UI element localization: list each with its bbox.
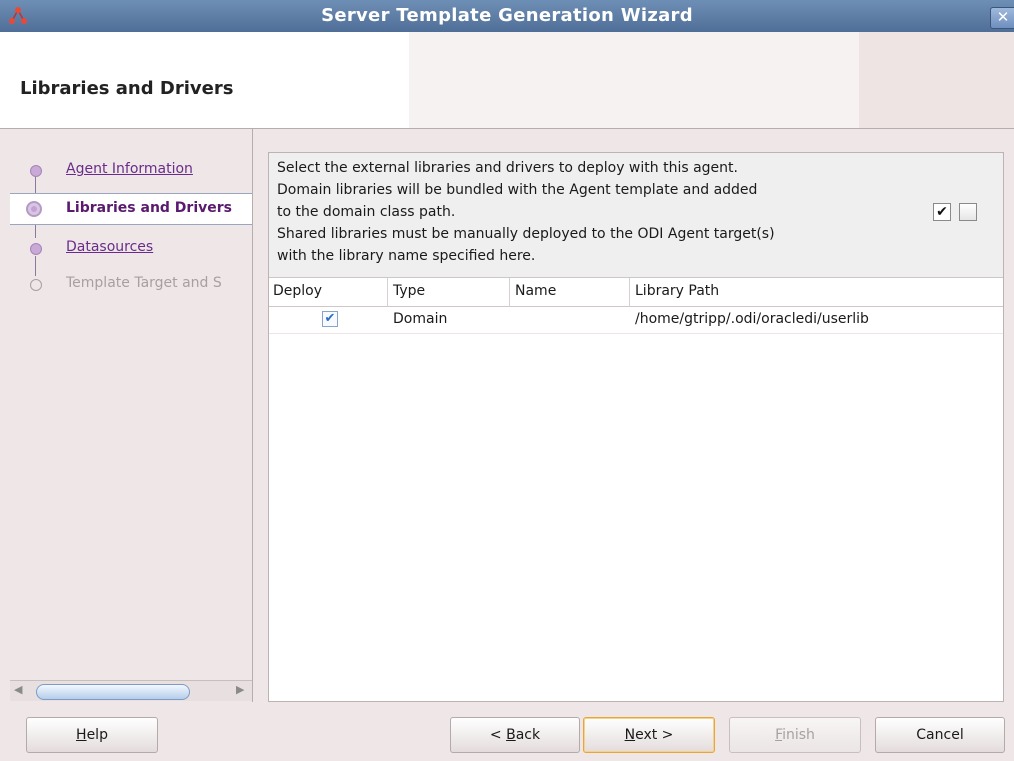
- instruction-line: Domain libraries will be bundled with th…: [277, 182, 758, 198]
- wizard-header: Libraries and Drivers: [0, 32, 1014, 128]
- back-label: ack: [515, 727, 541, 743]
- next-button[interactable]: Next >: [583, 717, 715, 753]
- page-title: Libraries and Drivers: [20, 78, 234, 99]
- step-dot-icon: [30, 243, 42, 255]
- next-label: ext >: [635, 727, 674, 743]
- column-header-library-path[interactable]: Library Path: [635, 283, 719, 299]
- nav-item-libraries-and-drivers[interactable]: Libraries and Drivers: [10, 193, 252, 225]
- nav-item-label: Template Target and S: [66, 275, 222, 291]
- scrollbar-thumb[interactable]: [36, 684, 190, 700]
- window-title: Server Template Generation Wizard: [321, 5, 693, 26]
- nav-item-datasources[interactable]: Datasources: [10, 233, 252, 263]
- next-mnemonic: N: [624, 727, 636, 743]
- help-button[interactable]: Help: [26, 717, 158, 753]
- deploy-checkbox[interactable]: ✔: [322, 311, 338, 327]
- back-prefix: <: [489, 727, 507, 743]
- instruction-line: Select the external libraries and driver…: [277, 160, 738, 176]
- cancel-button[interactable]: Cancel: [875, 717, 1005, 753]
- scroll-left-icon[interactable]: ◀: [14, 683, 22, 696]
- nav-item-agent-information[interactable]: Agent Information: [10, 155, 252, 185]
- step-dot-icon: [30, 165, 42, 177]
- nav-horizontal-scrollbar[interactable]: ◀ ▶: [10, 680, 252, 701]
- table-header: Deploy Type Name Library Path: [269, 278, 1003, 307]
- column-header-deploy[interactable]: Deploy: [273, 283, 322, 299]
- scroll-right-icon[interactable]: ▶: [236, 683, 244, 696]
- instruction-line: to the domain class path.: [277, 204, 456, 220]
- nav-item-label[interactable]: Agent Information: [66, 161, 252, 177]
- nav-item-label[interactable]: Datasources: [66, 239, 252, 255]
- back-mnemonic: B: [506, 727, 516, 743]
- finish-label: inish: [782, 727, 815, 743]
- instruction-line: Shared libraries must be manually deploy…: [277, 226, 775, 242]
- table-row[interactable]: ✔ Domain /home/gtripp/.odi/oracledi/user…: [269, 307, 1003, 334]
- close-icon[interactable]: ✕: [990, 7, 1014, 29]
- deselect-all-checkbox[interactable]: [959, 203, 977, 221]
- column-header-type[interactable]: Type: [393, 283, 425, 299]
- finish-button: Finish: [729, 717, 861, 753]
- cell-library-path[interactable]: /home/gtripp/.odi/oracledi/userlib: [635, 311, 869, 327]
- back-button[interactable]: < Back: [450, 717, 580, 753]
- cell-type: Domain: [393, 311, 448, 327]
- select-all-checkbox[interactable]: ✔: [933, 203, 951, 221]
- current-step-icon: [26, 201, 42, 217]
- wizard-step-nav: Agent Information Libraries and Drivers …: [10, 129, 253, 702]
- libraries-panel: Select the external libraries and driver…: [268, 152, 1004, 702]
- nav-item-label: Libraries and Drivers: [66, 200, 232, 216]
- help-mnemonic: H: [76, 727, 87, 743]
- instructions-box: Select the external libraries and driver…: [269, 153, 1003, 278]
- instruction-line: with the library name specified here.: [277, 248, 536, 264]
- column-header-name[interactable]: Name: [515, 283, 556, 299]
- help-label: elp: [86, 727, 108, 743]
- title-bar: Server Template Generation Wizard ✕: [0, 0, 1014, 33]
- nav-item-template-target: Template Target and S: [10, 269, 252, 299]
- step-dot-icon: [30, 279, 42, 291]
